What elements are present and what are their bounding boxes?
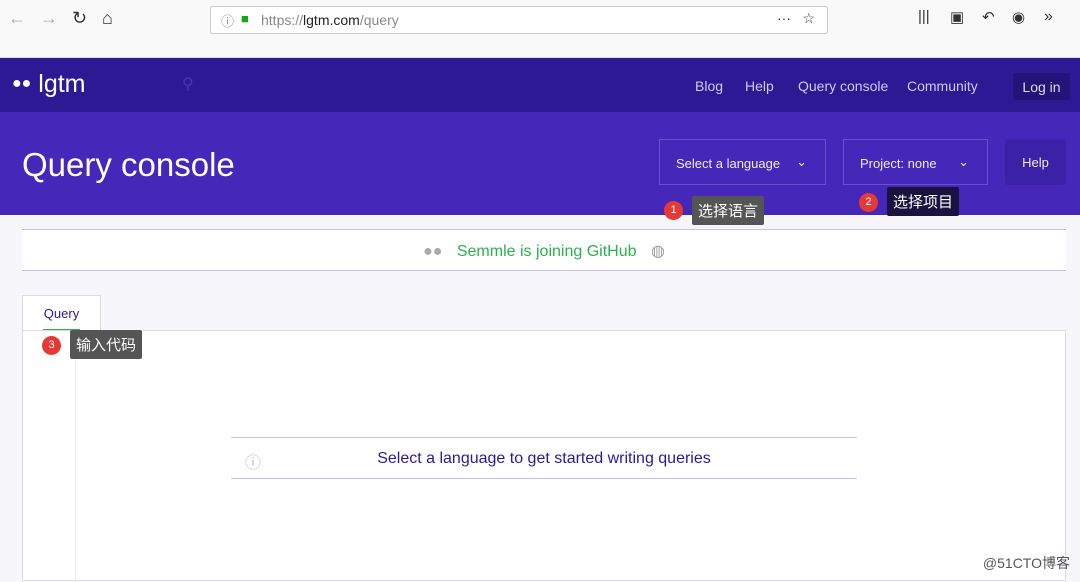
annotation-tooltip-1: 选择语言 — [692, 196, 765, 225]
account-icon[interactable]: ◉ — [1012, 8, 1025, 26]
overflow-icon[interactable]: » — [1044, 8, 1053, 26]
annotation-tooltip-3: 输入代码 — [70, 330, 143, 359]
nav-help[interactable]: Help — [745, 78, 774, 94]
url-scheme: https:// — [261, 12, 304, 28]
url-host: lgtm.com — [303, 12, 360, 28]
forward-icon[interactable]: → — [40, 8, 58, 29]
logo[interactable]: ●● lgtm — [12, 70, 86, 99]
watermark: @51CTO博客 — [982, 555, 1070, 571]
project-select-label: Project: none — [860, 156, 937, 171]
banner-text[interactable]: Semmle is joining GitHub — [457, 243, 637, 260]
chevron-down-icon: ⌄ — [796, 154, 807, 169]
sidebar-icon[interactable]: ▣ — [950, 8, 964, 26]
annotation-badge-3: 3 — [42, 336, 61, 355]
more-icon[interactable]: ··· — [777, 10, 791, 26]
empty-state-message: ⓘ Select a language to get started writin… — [231, 437, 857, 479]
info-icon: ⓘ — [245, 455, 262, 472]
tab-query-label: Query — [43, 306, 80, 321]
annotation-tooltip-2: 选择项目 — [887, 187, 960, 216]
logo-text: lgtm — [38, 70, 86, 98]
chevron-down-icon: ⌄ — [958, 154, 969, 169]
top-nav: ●● lgtm ⚲ Blog Help Query console Commun… — [0, 58, 1080, 112]
page-title: Query console — [22, 146, 235, 183]
annotation-badge-1: 1 — [664, 201, 683, 220]
login-button[interactable]: Log in — [1013, 73, 1070, 100]
nav-blog[interactable]: Blog — [695, 78, 723, 94]
owl-logo-icon: ●● — [12, 75, 32, 92]
library-icon[interactable]: ||| — [918, 8, 930, 25]
annotation-badge-2: 2 — [859, 193, 878, 212]
share-icon[interactable]: ↶ — [982, 8, 995, 26]
github-icon: ◍ — [650, 243, 665, 260]
lock-icon: ■ — [241, 11, 249, 26]
browser-toolbar: ← → ↻ ⌂ ⓘ ■ https://lgtm.com/query ☆ ···… — [0, 0, 1080, 58]
tab-query[interactable]: Query — [22, 295, 101, 331]
project-select[interactable]: Project: none ⌄ — [843, 139, 988, 185]
language-select-label: Select a language — [676, 156, 781, 171]
nav-community[interactable]: Community — [907, 78, 978, 94]
language-select[interactable]: Select a language ⌄ — [659, 139, 826, 185]
home-icon[interactable]: ⌂ — [102, 8, 113, 29]
owl-icon: ●● — [423, 243, 443, 260]
nav-query-console[interactable]: Query console — [798, 78, 888, 94]
help-button[interactable]: Help — [1005, 139, 1066, 185]
search-icon[interactable]: ⚲ — [182, 74, 194, 94]
empty-state-text: Select a language to get started writing… — [377, 450, 711, 467]
back-icon[interactable]: ← — [8, 8, 26, 29]
github-banner: ●● Semmle is joining GitHub ◍ — [22, 229, 1066, 271]
address-bar[interactable]: ⓘ ■ https://lgtm.com/query ☆ ··· — [210, 6, 828, 34]
editor-gutter — [75, 331, 76, 582]
bookmark-star-icon[interactable]: ☆ — [802, 10, 815, 27]
info-icon: ⓘ — [221, 14, 235, 29]
url-path: /query — [359, 12, 399, 28]
reload-icon[interactable]: ↻ — [72, 8, 87, 29]
